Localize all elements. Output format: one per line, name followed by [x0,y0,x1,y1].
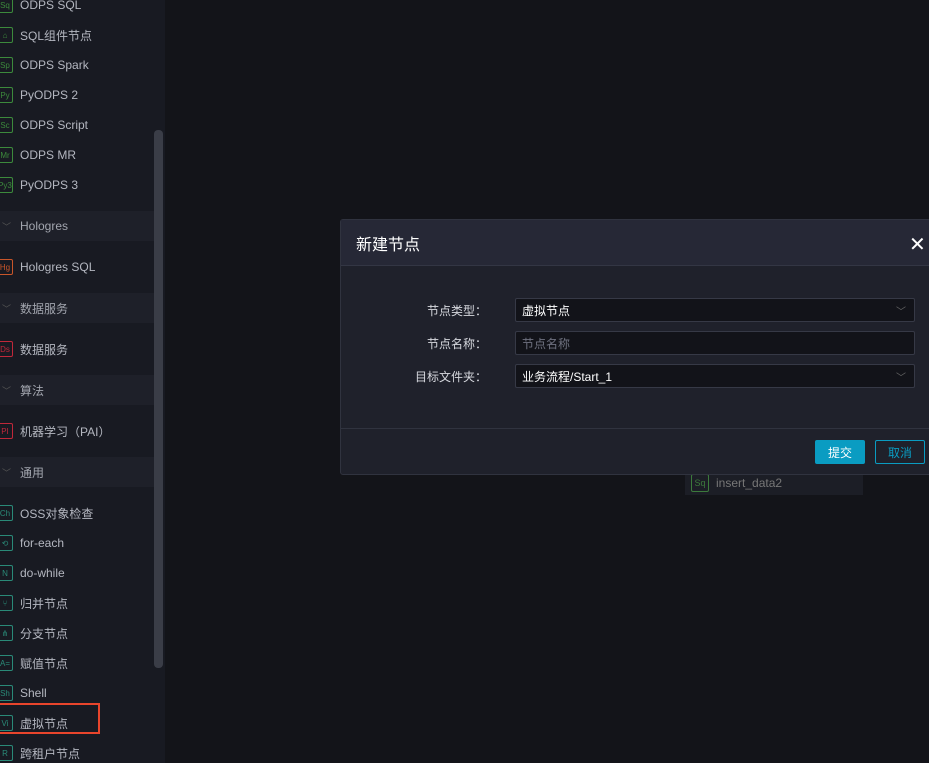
sidebar-item[interactable]: Ds 数据服务 [0,334,154,364]
sidebar-item[interactable]: Sp ODPS Spark [0,50,154,80]
sidebar-item[interactable]: R 跨租户节点 [0,738,154,763]
target-folder-value: 业务流程/Start_1 [522,369,613,384]
chevron-down-icon: ﹀ [2,221,12,232]
node-type-list: Sq ODPS SQL ⌂ SQL组件节点 Sp ODPS Spark Py PyODPS 2… [0,0,154,763]
node-type-icon: ⌂ [0,27,13,43]
sidebar-item[interactable]: ⌂ SQL组件节点 [0,20,154,50]
node-type-icon: Ds [0,341,13,357]
node-name-input[interactable]: 节点名称 [515,331,915,355]
node-type-icon: Sp [0,57,13,73]
sidebar-item-label: ODPS Script [20,118,89,132]
node-type-value: 虚拟节点 [522,303,571,318]
sql-node-icon: Sq [691,473,709,492]
sidebar-item[interactable]: Py PyODPS 2 [0,80,154,110]
sidebar-item[interactable]: Py3 PyODPS 3 [0,170,154,200]
node-type-icon: Py3 [0,177,13,193]
node-type-icon: Sc [0,117,13,133]
node-type-sidebar: Sq ODPS SQL ⌂ SQL组件节点 Sp ODPS Spark Py PyODPS 2… [0,0,165,763]
sidebar-item-label: ODPS MR [20,148,77,162]
sidebar-item[interactable]: A= 赋值节点 [0,648,154,678]
node-type-icon: Mr [0,147,13,163]
sidebar-item-label: do-while [20,566,65,580]
node-type-icon: Py [0,87,13,103]
chevron-down-icon: ﹀ [2,303,12,314]
group-label: 通用 [20,465,45,480]
highlight-box [0,703,100,734]
name-label: 节点名称： [426,336,487,351]
node-type-icon: Sq [0,0,13,13]
node-type-icon: PI [0,423,13,439]
dialog-footer-divider [341,428,929,429]
sidebar-item-label: 跨租户节点 [20,746,81,761]
type-row: 节点类型： [341,298,493,322]
sidebar-group-header[interactable]: ﹀ 通用 [0,457,154,487]
dialog-title: 新建节点 [356,236,421,254]
sidebar-item[interactable]: Hg Hologres SQL [0,252,154,282]
name-row: 节点名称： [341,331,493,355]
sidebar-item[interactable]: ⋔ 分支节点 [0,618,154,648]
chevron-down-icon: ﹀ [2,467,12,478]
node-type-select[interactable]: 虚拟节点 ﹀ [515,298,915,322]
sidebar-item-label: 赋值节点 [20,656,69,671]
sidebar-scrollbar[interactable] [154,130,163,668]
sidebar-item[interactable]: Ndo-while [0,558,154,588]
node-type-icon: Ch [0,505,13,521]
sidebar-item[interactable]: ⑂ 归并节点 [0,588,154,618]
node-type-icon: A= [0,655,13,671]
group-label: 数据服务 [20,301,69,316]
sidebar-item-label: 数据服务 [20,342,69,357]
sidebar-item-label: ODPS Spark [20,58,89,72]
sidebar-item-label: for-each [20,536,65,550]
sidebar-group-header[interactable]: ﹀ Hologres [0,211,154,241]
sidebar-item[interactable]: Mr ODPS MR [0,140,154,170]
sidebar-item-label: 归并节点 [20,596,69,611]
new-node-dialog: 新建节点 ✕ 节点类型： 虚拟节点 ﹀ 节点名称： 节点名称 目标文件夹： 业务流… [340,219,929,475]
node-type-icon: ⑂ [0,595,13,611]
sidebar-item[interactable]: PI 机器学习（PAI） [0,416,154,446]
node-type-icon: Hg [0,259,13,275]
node-type-icon: ⟲ [0,535,13,551]
sidebar-item[interactable]: ⟲ for-each [0,528,154,558]
node-type-icon: R [0,745,13,761]
target-folder-select[interactable]: 业务流程/Start_1 ﹀ [515,364,915,388]
sidebar-item[interactable]: Sq ODPS SQL [0,0,154,20]
chevron-down-icon: ﹀ [2,385,12,396]
sidebar-item-label: 机器学习（PAI） [20,424,111,439]
sidebar-item[interactable]: Ch OSS对象检查 [0,498,154,528]
folder-row: 目标文件夹： [341,364,493,388]
sidebar-item-label: PyODPS 3 [20,178,79,192]
node-name-placeholder: 节点名称 [522,336,571,351]
folder-label: 目标文件夹： [414,369,487,384]
group-label: 算法 [20,383,45,398]
chevron-down-icon: ﹀ [896,372,906,384]
sidebar-item-label: OSS对象检查 [20,506,94,521]
sidebar-group-header[interactable]: ﹀ 数据服务 [0,293,154,323]
cancel-button[interactable]: 取消 [875,440,925,464]
sidebar-item-label: PyODPS 2 [20,88,79,102]
sidebar-group-header[interactable]: ﹀ 算法 [0,375,154,405]
sidebar-item-label: 分支节点 [20,626,69,641]
chevron-down-icon: ﹀ [896,306,906,318]
node-type-icon: ⋔ [0,625,13,641]
canvas-node-label: insert_data2 [716,475,783,490]
node-type-icon: N [0,565,13,581]
group-label: Hologres [20,219,69,233]
sidebar-item-label: ODPS SQL [20,0,82,12]
close-icon[interactable]: ✕ [909,232,926,257]
type-label: 节点类型： [426,303,487,318]
node-type-icon: Sh [0,685,13,701]
sidebar-item-label: SQL组件节点 [20,28,93,43]
sidebar-item-label: Shell [20,686,47,700]
submit-button[interactable]: 提交 [815,440,865,464]
sidebar-item[interactable]: Sc ODPS Script [0,110,154,140]
sidebar-item-label: Hologres SQL [20,260,96,274]
dialog-header: 新建节点 [341,220,929,266]
